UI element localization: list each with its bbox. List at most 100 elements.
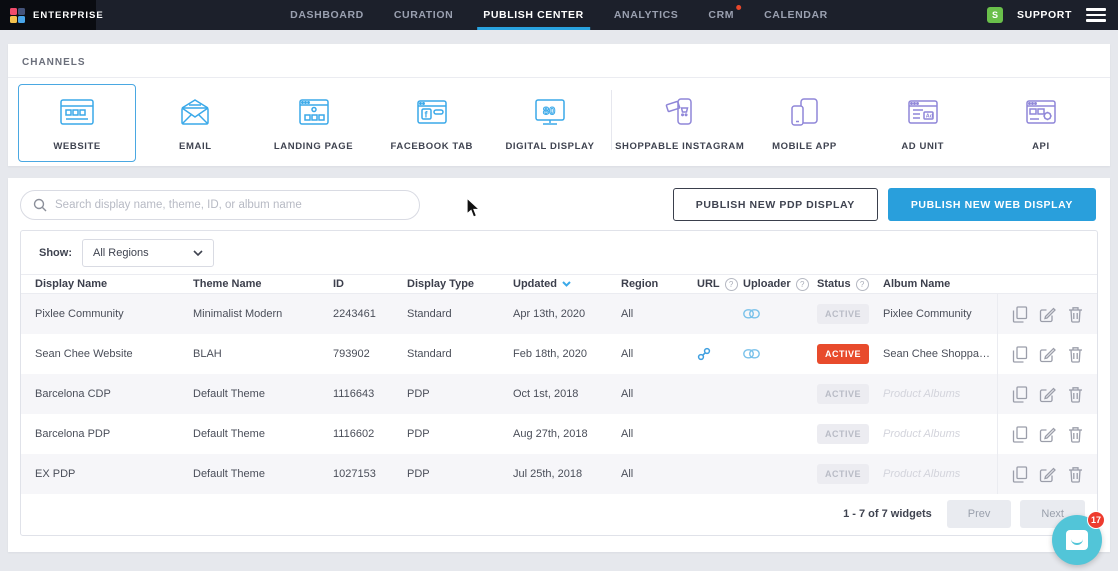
cell-actions <box>997 294 1097 334</box>
main-nav: DASHBOARD CURATION PUBLISH CENTER ANALYT… <box>290 0 828 30</box>
hamburger-menu-icon[interactable] <box>1086 8 1106 22</box>
api-gear-icon <box>1021 95 1061 134</box>
cell-id: 793902 <box>319 348 393 360</box>
support-link[interactable]: SUPPORT <box>1017 9 1072 21</box>
region-select[interactable]: All Regions <box>82 239 214 267</box>
table-row[interactable]: Pixlee CommunityMinimalist Modern2243461… <box>21 294 1097 334</box>
brand-logo-block[interactable]: ENTERPRISE <box>0 0 96 30</box>
col-updated[interactable]: Updated <box>499 278 607 290</box>
cell-uploader[interactable] <box>729 309 803 319</box>
channels-title: CHANNELS <box>8 44 1110 78</box>
channel-label: EMAIL <box>179 141 212 152</box>
cell-status: ACTIVE <box>803 424 869 444</box>
cell-status: ACTIVE <box>803 464 869 484</box>
table-row[interactable]: Sean Chee WebsiteBLAH793902StandardFeb 1… <box>21 334 1097 374</box>
delete-button[interactable] <box>1068 386 1083 403</box>
cell-display-name: EX PDP <box>21 468 179 480</box>
channel-label: FACEBOOK TAB <box>391 141 474 152</box>
search-input[interactable] <box>55 199 407 211</box>
channel-landing-page[interactable]: LANDING PAGE <box>254 84 372 162</box>
facebook-tab-icon: f <box>412 95 452 134</box>
channels-divider <box>611 90 612 150</box>
cell-url[interactable] <box>683 347 729 361</box>
delete-button[interactable] <box>1068 346 1083 363</box>
edit-button[interactable] <box>1039 306 1056 323</box>
delete-button[interactable] <box>1068 306 1083 323</box>
nav-item-calendar[interactable]: CALENDAR <box>764 0 828 30</box>
status-badge: ACTIVE <box>817 464 869 484</box>
col-album-name[interactable]: Album Name <box>869 278 997 290</box>
cell-region: All <box>607 468 683 480</box>
nav-item-publish-center[interactable]: PUBLISH CENTER <box>483 0 584 30</box>
col-uploader[interactable]: Uploader? <box>729 278 803 291</box>
uploader-chain-icon <box>743 309 760 319</box>
channel-label: API <box>1032 141 1050 152</box>
channel-label: SHOPPABLE INSTAGRAM <box>615 141 744 152</box>
ad-unit-icon: Ad <box>903 95 943 134</box>
chat-smile-icon <box>1066 530 1088 550</box>
duplicate-button[interactable] <box>1012 306 1028 323</box>
channel-email[interactable]: EMAIL <box>136 84 254 162</box>
duplicate-button[interactable] <box>1012 386 1028 403</box>
edit-button[interactable] <box>1039 426 1056 443</box>
channel-api[interactable]: API <box>982 84 1100 162</box>
table-row[interactable]: Barcelona PDPDefault Theme1116602PDPAug … <box>21 414 1097 454</box>
publish-buttons: PUBLISH NEW PDP DISPLAY PUBLISH NEW WEB … <box>673 188 1096 221</box>
publish-new-web-display-button[interactable]: PUBLISH NEW WEB DISPLAY <box>888 188 1096 221</box>
delete-button[interactable] <box>1068 466 1083 483</box>
cell-updated: Oct 1st, 2018 <box>499 388 607 400</box>
brand-label: ENTERPRISE <box>33 10 104 21</box>
edit-button[interactable] <box>1039 386 1056 403</box>
col-theme-name[interactable]: Theme Name <box>179 278 319 290</box>
cell-album-name: Product Albums <box>869 428 997 440</box>
nav-item-analytics[interactable]: ANALYTICS <box>614 0 679 30</box>
channel-facebook-tab[interactable]: f FACEBOOK TAB <box>373 84 491 162</box>
edit-button[interactable] <box>1039 346 1056 363</box>
mobile-app-icon <box>784 95 824 134</box>
cell-uploader[interactable] <box>729 349 803 359</box>
channel-label: AD UNIT <box>901 141 944 152</box>
col-display-type[interactable]: Display Type <box>393 278 499 290</box>
channel-label: LANDING PAGE <box>274 141 353 152</box>
prev-page-button[interactable]: Prev <box>947 500 1012 528</box>
search-box[interactable] <box>20 190 420 220</box>
table-row[interactable]: Barcelona CDPDefault Theme1116643PDPOct … <box>21 374 1097 414</box>
status-badge: ACTIVE <box>817 424 869 444</box>
col-status[interactable]: Status? <box>803 278 869 291</box>
duplicate-button[interactable] <box>1012 426 1028 443</box>
cell-region: All <box>607 308 683 320</box>
table-row[interactable]: EX PDPDefault Theme1027153PDPJul 25th, 2… <box>21 454 1097 494</box>
user-avatar[interactable]: S <box>987 7 1003 23</box>
nav-item-crm[interactable]: CRM <box>708 0 734 30</box>
cell-id: 1116643 <box>319 388 393 400</box>
cell-display-name: Barcelona PDP <box>21 428 179 440</box>
status-badge: ACTIVE <box>817 344 869 364</box>
pagination-row: 1 - 7 of 7 widgets Prev Next <box>21 494 1097 535</box>
duplicate-button[interactable] <box>1012 466 1028 483</box>
status-badge: ACTIVE <box>817 384 869 404</box>
cell-actions <box>997 334 1097 374</box>
col-display-name[interactable]: Display Name <box>21 278 179 290</box>
cell-display-type: PDP <box>393 428 499 440</box>
col-id[interactable]: ID <box>319 278 393 290</box>
channel-digital-display[interactable]: 80 DIGITAL DISPLAY <box>491 84 609 162</box>
edit-button[interactable] <box>1039 466 1056 483</box>
status-help-icon[interactable]: ? <box>856 278 869 291</box>
search-icon <box>33 198 47 212</box>
delete-button[interactable] <box>1068 426 1083 443</box>
cell-updated: Feb 18th, 2020 <box>499 348 607 360</box>
nav-item-dashboard[interactable]: DASHBOARD <box>290 0 364 30</box>
cell-id: 1027153 <box>319 468 393 480</box>
duplicate-button[interactable] <box>1012 346 1028 363</box>
channel-shoppable-instagram[interactable]: SHOPPABLE INSTAGRAM <box>614 84 745 162</box>
channel-ad-unit[interactable]: Ad AD UNIT <box>864 84 982 162</box>
nav-item-curation[interactable]: CURATION <box>394 0 453 30</box>
main-card: PUBLISH NEW PDP DISPLAY PUBLISH NEW WEB … <box>8 178 1110 552</box>
col-url[interactable]: URL? <box>683 278 729 291</box>
publish-new-pdp-display-button[interactable]: PUBLISH NEW PDP DISPLAY <box>673 188 878 221</box>
channel-website[interactable]: WEBSITE <box>18 84 136 162</box>
col-region[interactable]: Region <box>607 278 683 290</box>
channel-mobile-app[interactable]: MOBILE APP <box>745 84 863 162</box>
table-body: Pixlee CommunityMinimalist Modern2243461… <box>21 294 1097 494</box>
cell-id: 2243461 <box>319 308 393 320</box>
